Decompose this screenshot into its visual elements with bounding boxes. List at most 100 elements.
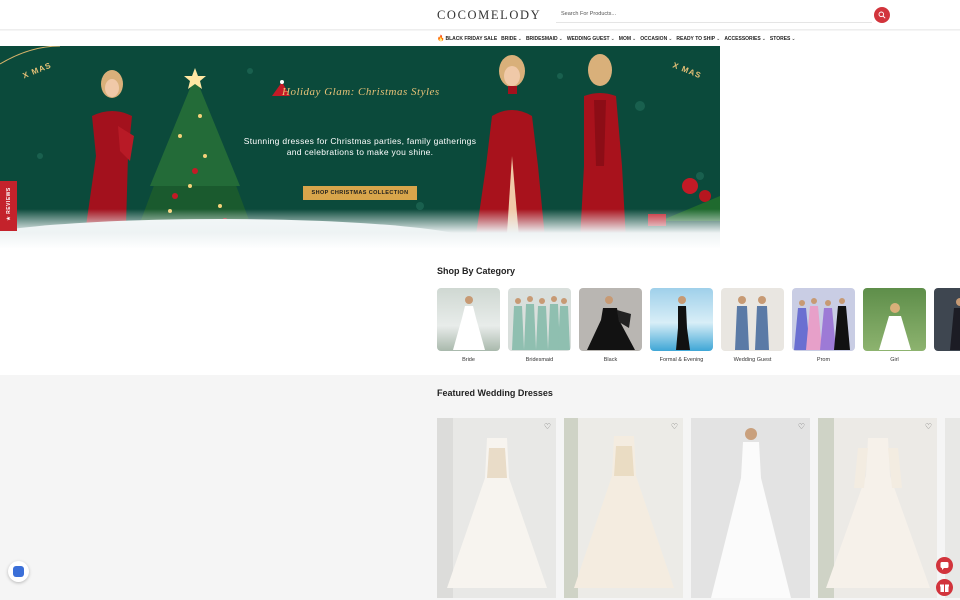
nav-label: STORES — [769, 35, 791, 42]
nav-label: BLACK FRIDAY SALE — [445, 35, 498, 42]
nav-item-bridesmaid[interactable]: BRIDESMAID ⌄ — [526, 35, 563, 42]
heart-icon[interactable]: ♡ — [670, 422, 679, 431]
category-label: Bridesmaid — [525, 357, 554, 363]
dress-group-icon — [794, 298, 850, 350]
category-label: Formal & Evening — [659, 357, 704, 363]
nav-label: ACCESSORIES — [724, 35, 761, 42]
site-header: COCOMELODY Search For Products... — [0, 0, 960, 30]
dress-icon — [879, 303, 911, 350]
category-wedding-guest[interactable]: Wedding Guest — [721, 288, 784, 363]
category-girl[interactable]: Girl — [863, 288, 926, 363]
chevron-down-icon: ⌄ — [791, 35, 796, 42]
dress-group-icon — [735, 296, 769, 350]
category-image — [437, 288, 500, 351]
nav-label: MOM — [618, 35, 632, 42]
category-formal-evening[interactable]: Formal & Evening — [650, 288, 713, 363]
nav-item-black-friday[interactable]: 🔥 BLACK FRIDAY SALE — [437, 35, 498, 43]
category-image — [934, 288, 960, 351]
nav-label: READY TO SHIP — [676, 35, 716, 42]
shop-christmas-collection-button[interactable]: SHOP CHRISTMAS COLLECTION — [303, 186, 417, 200]
search-button[interactable] — [874, 7, 890, 23]
category-image — [508, 288, 571, 351]
category-label: Girl — [890, 357, 899, 363]
chevron-down-icon: ⌄ — [632, 35, 637, 42]
category-image — [792, 288, 855, 351]
category-image — [579, 288, 642, 351]
category-label: Black — [603, 357, 618, 363]
accessibility-widget-button[interactable] — [8, 561, 29, 582]
chat-icon — [940, 562, 949, 570]
nav-item-stores[interactable]: STORES ⌄ — [770, 35, 796, 42]
chevron-down-icon: ⌄ — [668, 35, 673, 42]
nav-label: BRIDE — [501, 35, 517, 42]
hero-side-blank — [720, 46, 960, 249]
category-label: Wedding Guest — [733, 357, 772, 363]
site-logo[interactable]: COCOMELODY — [437, 8, 541, 23]
hero-title: Holiday Glam: Christmas Styles — [282, 86, 440, 98]
nav-item-accessories[interactable]: ACCESSORIES ⌄ — [724, 35, 766, 42]
nav-item-ready-to-ship[interactable]: READY TO SHIP ⌄ — [676, 35, 720, 42]
category-label: Prom — [816, 357, 831, 363]
chevron-down-icon: ⌄ — [517, 35, 522, 42]
nav-item-bride[interactable]: BRIDE ⌄ — [501, 35, 522, 42]
nav-item-occasion[interactable]: OCCASION ⌄ — [640, 35, 672, 42]
nav-label: BRIDESMAID — [525, 35, 558, 42]
main-nav: 🔥 BLACK FRIDAY SALE BRIDE ⌄ BRIDESMAID ⌄… — [0, 31, 960, 46]
product-card[interactable]: ♡ — [691, 418, 810, 598]
product-image — [818, 418, 937, 598]
page: COCOMELODY Search For Products... 🔥 BLAC… — [0, 0, 960, 600]
dress-icon — [453, 296, 485, 350]
chat-button[interactable] — [936, 557, 953, 574]
hero-banner[interactable]: X MAS X MAS Holiday Glam: Christmas Styl… — [0, 46, 720, 249]
product-card[interactable]: ♡ — [437, 418, 556, 598]
heart-icon[interactable]: ♡ — [543, 422, 552, 431]
chevron-down-icon: ⌄ — [716, 35, 721, 42]
nav-item-mom[interactable]: MOM ⌄ — [619, 35, 636, 42]
hero-text-line1: Stunning dresses for Christmas parties, … — [243, 136, 477, 146]
nav-item-wedding-guest[interactable]: WEDDING GUEST ⌄ — [567, 35, 615, 42]
category-list: Bride Bridesmaid Black Formal & Evening — [437, 288, 960, 363]
product-image — [691, 418, 810, 598]
featured-wedding-dresses-title: Featured Wedding Dresses — [437, 388, 553, 398]
category-black[interactable]: Black — [579, 288, 642, 363]
search-icon — [878, 11, 886, 19]
dress-group-icon — [512, 296, 570, 350]
snow-ground — [0, 209, 720, 249]
product-image — [437, 418, 556, 598]
heart-icon[interactable]: ♡ — [797, 422, 806, 431]
hero-text-line2: and celebrations to make you shine. — [286, 147, 434, 157]
dress-icon — [950, 298, 960, 350]
reviews-label: ★ REVIEWS — [6, 187, 12, 221]
product-card[interactable]: ♡ — [818, 418, 937, 598]
category-label: Bride — [462, 357, 475, 363]
heart-icon[interactable]: ♡ — [924, 422, 933, 431]
category-bridesmaid[interactable]: Bridesmaid — [508, 288, 571, 363]
fire-icon: 🔥 — [437, 36, 445, 42]
gift-button[interactable] — [936, 579, 953, 596]
category-bride[interactable]: Bride — [437, 288, 500, 363]
category-prom[interactable]: Prom — [792, 288, 855, 363]
search-input[interactable]: Search For Products... — [556, 7, 872, 23]
category-label: M — [934, 357, 960, 363]
nav-list: 🔥 BLACK FRIDAY SALE BRIDE ⌄ BRIDESMAID ⌄… — [437, 35, 796, 43]
model-red-sequin — [86, 70, 134, 226]
category-image — [721, 288, 784, 351]
category-m[interactable]: M — [934, 288, 960, 363]
dress-icon — [676, 296, 690, 350]
hero-description: Stunning dresses for Christmas parties, … — [240, 136, 480, 158]
nav-label: OCCASION — [640, 35, 668, 42]
nav-label: WEDDING GUEST — [566, 35, 610, 42]
shop-by-category-title: Shop By Category — [437, 266, 516, 276]
product-image — [564, 418, 683, 598]
widget-icon — [13, 566, 24, 577]
product-card[interactable]: ♡ — [564, 418, 683, 598]
reviews-tab[interactable]: ★ REVIEWS — [0, 181, 17, 231]
category-image — [863, 288, 926, 351]
chevron-down-icon: ⌄ — [610, 35, 615, 42]
gift-icon — [940, 584, 949, 592]
category-image — [650, 288, 713, 351]
chevron-down-icon: ⌄ — [761, 35, 766, 42]
product-list: ♡ ♡ ♡ ♡ — [437, 418, 960, 598]
dress-icon — [587, 296, 635, 350]
chevron-down-icon: ⌄ — [558, 35, 563, 42]
